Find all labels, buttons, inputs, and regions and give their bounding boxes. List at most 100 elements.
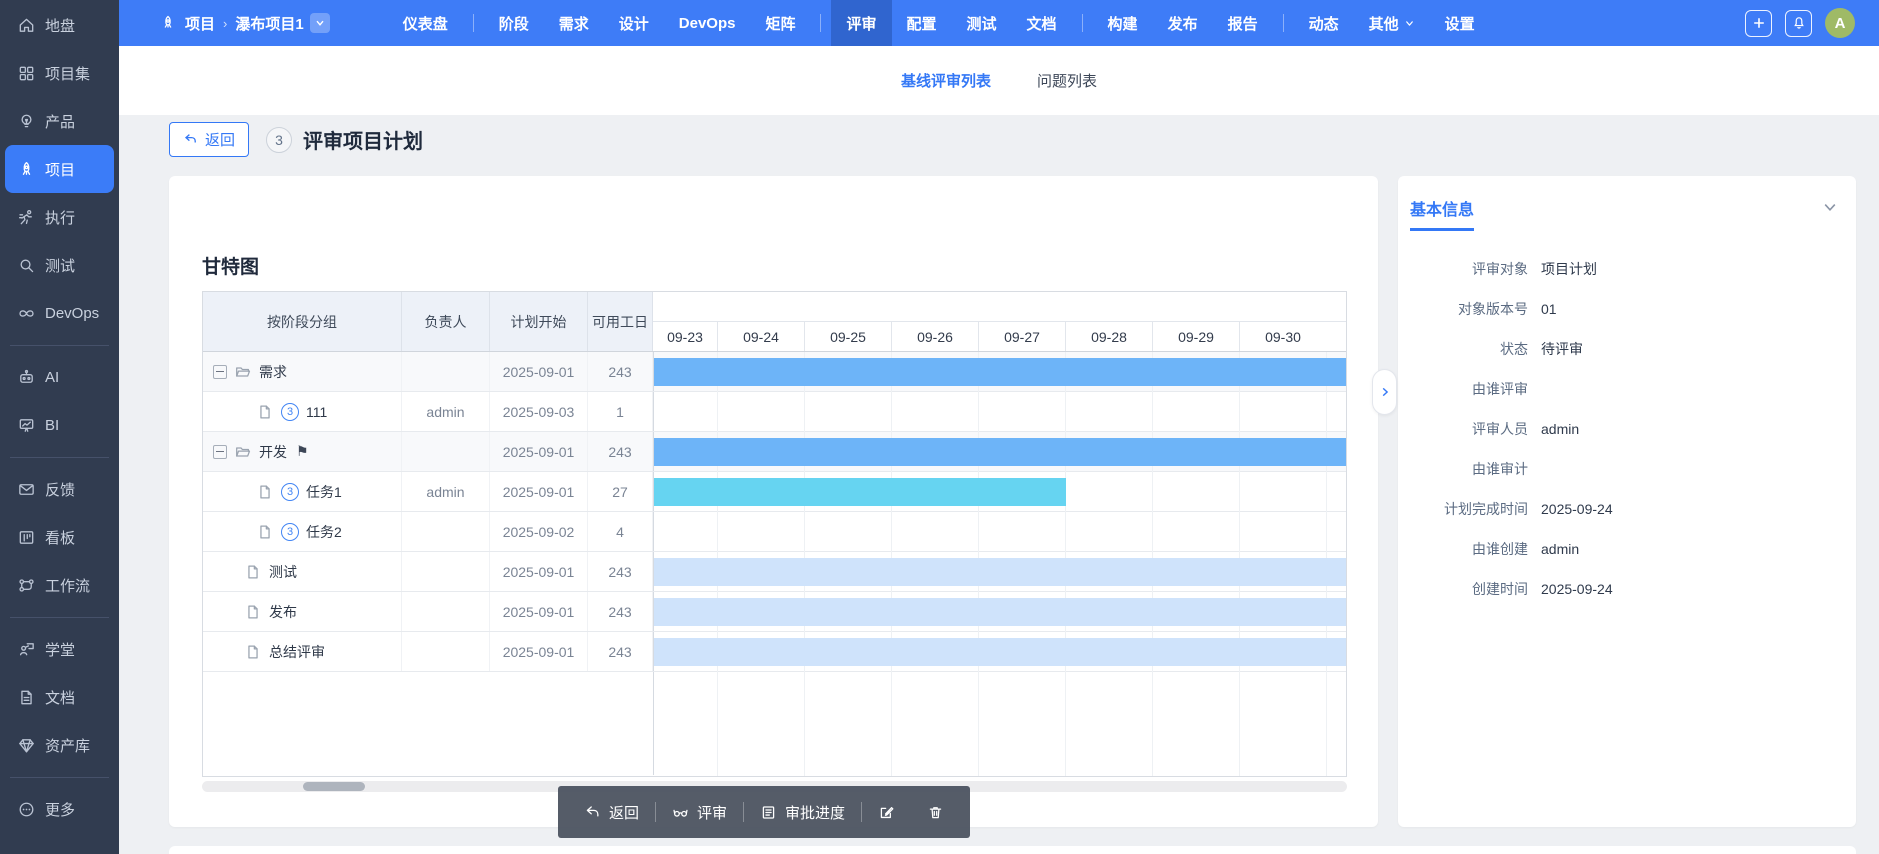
- gantt-row-开发[interactable]: 开发⚑2025-09-01243: [203, 432, 1346, 472]
- gantt-bar[interactable]: [654, 558, 1346, 586]
- nav-item-报告[interactable]: 报告: [1213, 0, 1273, 46]
- gantt-row-任务1[interactable]: 3任务1admin2025-09-0127: [203, 472, 1346, 512]
- gantt-row-111[interactable]: 3111admin2025-09-031: [203, 392, 1346, 432]
- nav-item-需求[interactable]: 需求: [544, 0, 604, 46]
- sidebar-item-product[interactable]: 产品: [0, 97, 119, 145]
- gantt-bar[interactable]: [654, 358, 1346, 386]
- sidebar-item-more[interactable]: 更多: [0, 785, 119, 833]
- tab-基线评审列表[interactable]: 基线评审列表: [901, 70, 991, 91]
- gantt-bar[interactable]: [654, 598, 1346, 626]
- gantt-bar[interactable]: [654, 638, 1346, 666]
- back-button[interactable]: 返回: [169, 122, 249, 157]
- nav-item-阶段[interactable]: 阶段: [484, 0, 544, 46]
- nav-item-其他[interactable]: 其他: [1354, 0, 1430, 46]
- task-name-cell: 3任务1: [203, 472, 402, 511]
- toolbar-审批进度-button[interactable]: 审批进度: [744, 786, 861, 838]
- review-icon: [672, 804, 689, 821]
- sidebar-item-doc[interactable]: 文档: [0, 673, 119, 721]
- sidebar-item-kanban[interactable]: 看板: [0, 513, 119, 561]
- project-dropdown-button[interactable]: [310, 13, 330, 33]
- nav-right-actions: A: [1745, 8, 1855, 38]
- sidebar-item-collection[interactable]: 项目集: [0, 49, 119, 97]
- sidebar-item-label: 工作流: [45, 575, 90, 596]
- nav-item-测试[interactable]: 测试: [952, 0, 1012, 46]
- nav-item-设置[interactable]: 设置: [1430, 0, 1490, 46]
- nav-item-label: 配置: [907, 13, 937, 34]
- breadcrumb-project: 瀑布项目1: [235, 13, 303, 34]
- gantt-row-测试[interactable]: 测试2025-09-01243: [203, 552, 1346, 592]
- nav-item-构建[interactable]: 构建: [1093, 0, 1153, 46]
- collapse-minus-icon[interactable]: [213, 365, 227, 379]
- column-header-group[interactable]: 按阶段分组: [203, 292, 402, 351]
- nav-item-矩阵[interactable]: 矩阵: [750, 0, 810, 46]
- sidebar-item-feedback[interactable]: 反馈: [0, 465, 119, 513]
- toolbar-返回-button[interactable]: 返回: [568, 786, 655, 838]
- toolbar-trash-button[interactable]: [911, 786, 960, 838]
- sidebar-item-home[interactable]: 地盘: [0, 1, 119, 49]
- nav-item-DevOps[interactable]: DevOps: [664, 0, 751, 46]
- gantt-bar[interactable]: [654, 438, 1346, 466]
- field-value: 2025-09-24: [1541, 581, 1613, 597]
- app-sidebar: 地盘项目集产品项目执行测试 DevOps AIBI 反馈看板工作流学堂文档资产库更多: [0, 0, 119, 854]
- sidebar-item-bi[interactable]: BI: [0, 401, 119, 449]
- workdays-cell: 243: [588, 352, 653, 391]
- nav-item-设计[interactable]: 设计: [604, 0, 664, 46]
- tab-问题列表[interactable]: 问题列表: [1037, 70, 1097, 91]
- sidebar-item-workflow[interactable]: 工作流: [0, 561, 119, 609]
- panel-collapse-handle[interactable]: [1372, 369, 1397, 415]
- top-navbar: 项目 › 瀑布项目1 仪表盘阶段需求设计DevOps矩阵评审配置测试文档构建发布…: [119, 0, 1879, 46]
- gantt-row-需求[interactable]: 需求2025-09-01243: [203, 352, 1346, 392]
- nav-item-配置[interactable]: 配置: [892, 0, 952, 46]
- timeline-date-09-24: 09-24: [717, 322, 804, 351]
- toolbar-edit-button[interactable]: [862, 786, 911, 838]
- filler-gantt: [653, 672, 1346, 775]
- file-icon: [244, 643, 262, 661]
- nav-item-发布[interactable]: 发布: [1153, 0, 1213, 46]
- toolbar-评审-button[interactable]: 评审: [656, 786, 743, 838]
- gantt-row-总结评审[interactable]: 总结评审2025-09-01243: [203, 632, 1346, 672]
- page-title: 评审项目计划: [303, 125, 423, 154]
- sidebar-item-test[interactable]: 测试: [0, 241, 119, 289]
- column-header-owner[interactable]: 负责人: [402, 292, 490, 351]
- gantt-row-发布[interactable]: 发布2025-09-01243: [203, 592, 1346, 632]
- nav-item-label: 矩阵: [765, 13, 795, 34]
- task-label: 任务1: [306, 482, 342, 502]
- gantt-bar[interactable]: [654, 478, 1066, 506]
- task-label: 开发: [259, 442, 287, 462]
- workdays-cell: 243: [588, 632, 653, 671]
- project-switcher[interactable]: 瀑布项目1: [235, 13, 329, 34]
- sidebar-item-devops[interactable]: DevOps: [0, 289, 119, 337]
- sidebar-item-execution[interactable]: 执行: [0, 193, 119, 241]
- sidebar-item-project[interactable]: 项目: [5, 145, 114, 193]
- collapse-minus-icon[interactable]: [213, 445, 227, 459]
- nav-item-动态[interactable]: 动态: [1294, 0, 1354, 46]
- task-label: 总结评审: [269, 642, 325, 662]
- scrollbar-thumb[interactable]: [303, 782, 365, 791]
- folder-icon: [234, 363, 252, 381]
- column-header-start[interactable]: 计划开始: [490, 292, 588, 351]
- notifications-button[interactable]: [1785, 10, 1812, 37]
- nav-item-仪表盘[interactable]: 仪表盘: [388, 0, 463, 46]
- nav-item-label: 构建: [1108, 13, 1138, 34]
- sidebar-item-label: 看板: [45, 527, 75, 548]
- sidebar-item-label: 执行: [45, 207, 75, 228]
- nav-item-label: 测试: [967, 13, 997, 34]
- panel-title[interactable]: 基本信息: [1410, 196, 1474, 231]
- start-date-cell: 2025-09-01: [490, 352, 588, 391]
- file-icon: [256, 483, 274, 501]
- sidebar-item-label: 测试: [45, 255, 75, 276]
- gantt-row-任务2[interactable]: 3任务22025-09-024: [203, 512, 1346, 552]
- column-header-days[interactable]: 可用工日: [588, 292, 653, 351]
- avatar[interactable]: A: [1825, 8, 1855, 38]
- nav-menu: 仪表盘阶段需求设计DevOps 矩阵 评审配置 测试文档 构建发布报告动态其他设置: [388, 0, 1490, 46]
- panel-header: 基本信息: [1398, 176, 1856, 231]
- owner-cell: [402, 632, 490, 671]
- create-button[interactable]: [1745, 10, 1772, 37]
- sidebar-item-asset[interactable]: 资产库: [0, 721, 119, 769]
- breadcrumb-section[interactable]: 项目: [185, 13, 215, 34]
- chevron-down-icon[interactable]: [1822, 199, 1838, 215]
- nav-item-文档[interactable]: 文档: [1012, 0, 1072, 46]
- sidebar-item-school[interactable]: 学堂: [0, 625, 119, 673]
- nav-item-评审[interactable]: 评审: [831, 0, 891, 46]
- sidebar-item-ai[interactable]: AI: [0, 353, 119, 401]
